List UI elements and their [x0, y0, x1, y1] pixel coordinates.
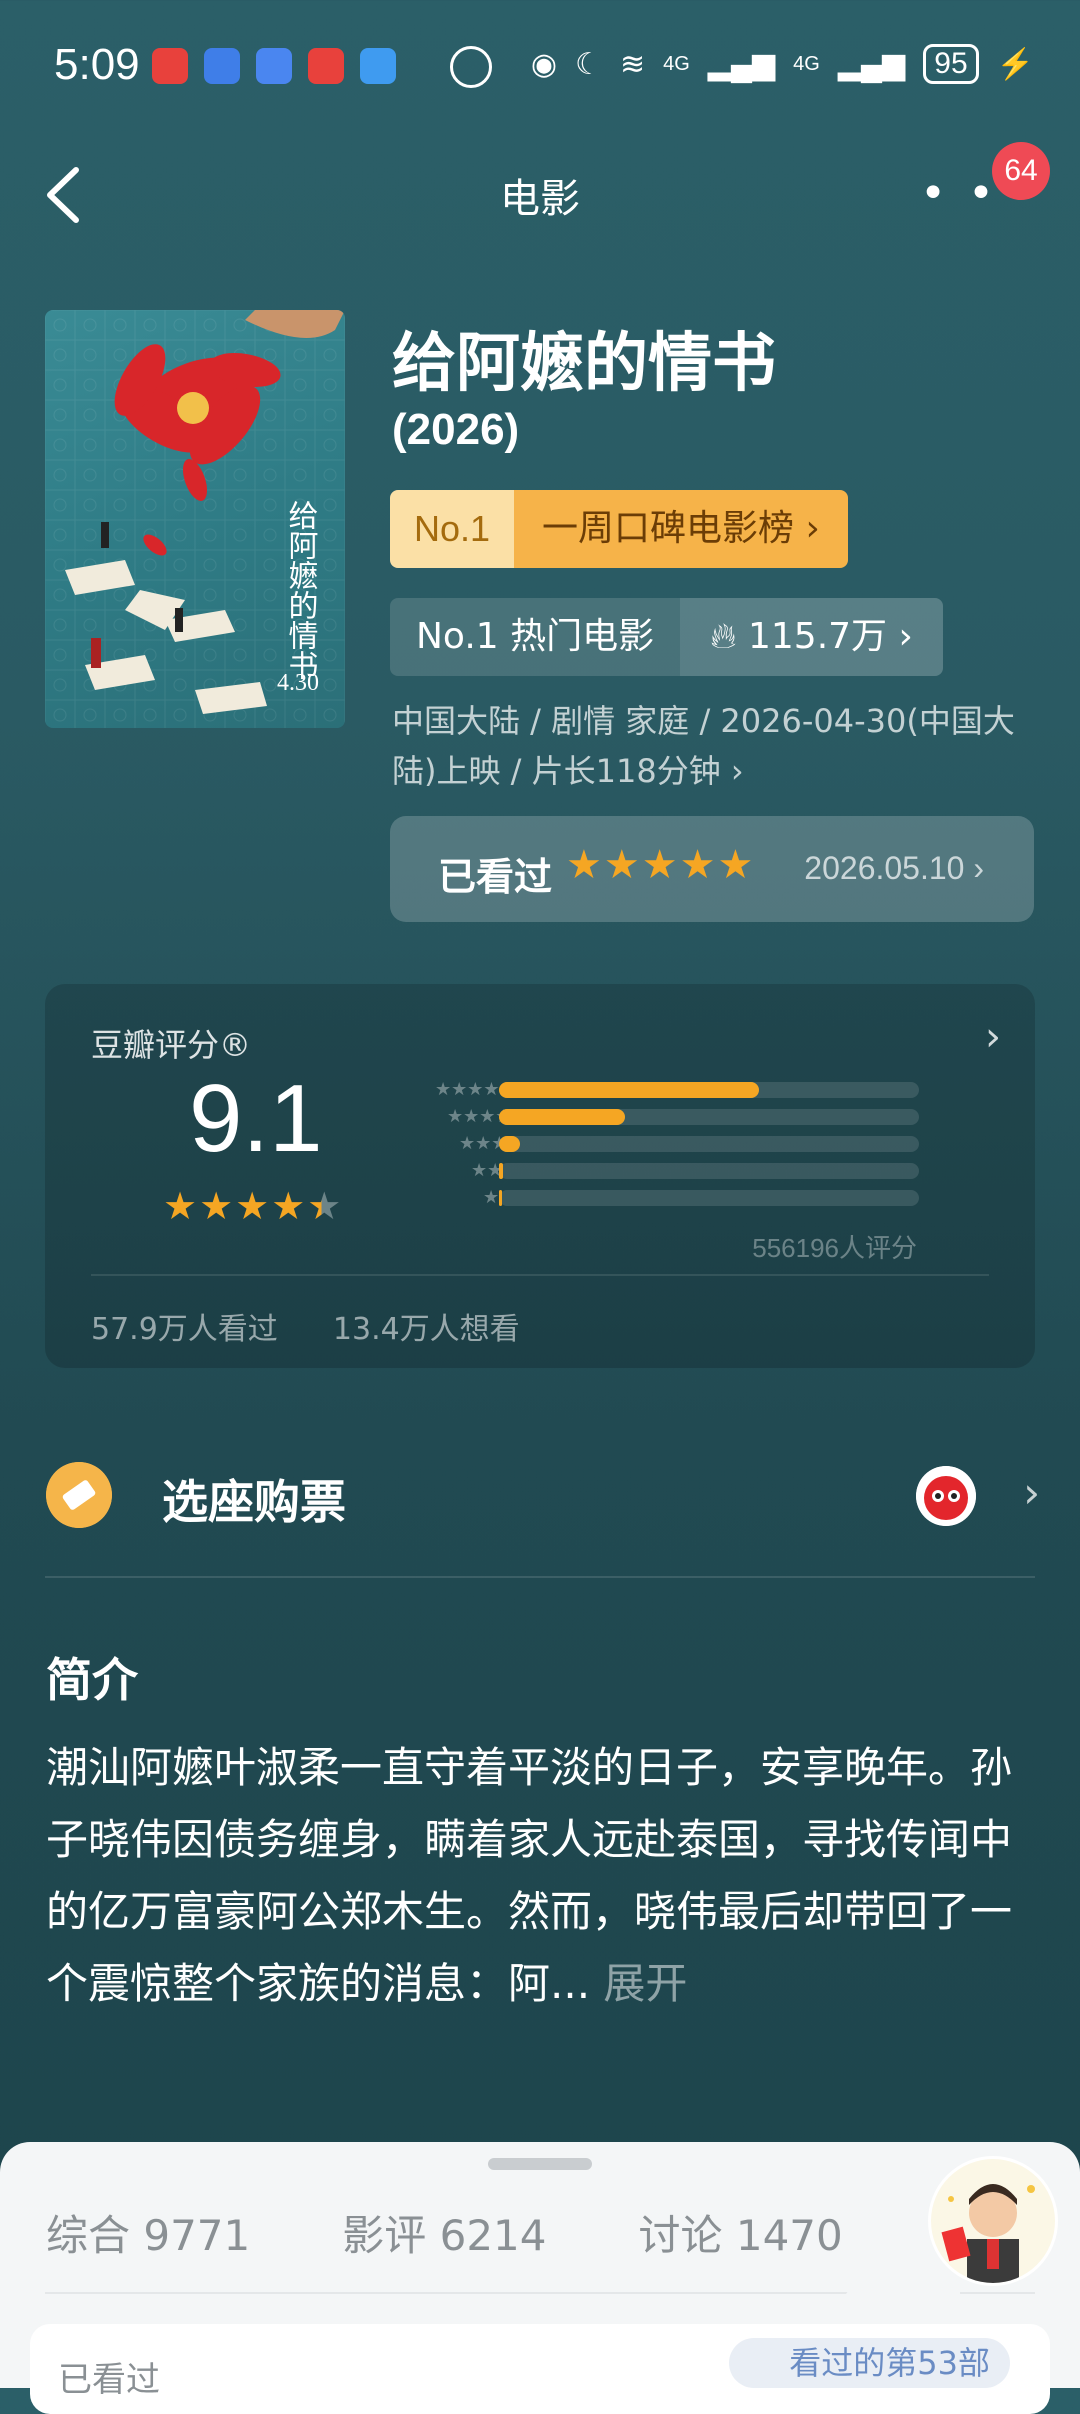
svg-text:4.30: 4.30 — [277, 670, 319, 696]
sync-icon — [450, 46, 492, 88]
hot-ranking-badge[interactable]: No.1 热门电影 🔥︎ 115.7万 › — [390, 598, 943, 676]
rating-bar-track — [499, 1190, 919, 1206]
rating-bar-fill — [499, 1190, 502, 1206]
poster-artwork: 给阿嬷的情书 4.30 — [45, 310, 345, 728]
rating-bar-row: ★★★★★ — [375, 1080, 935, 1100]
rating-bar-track — [499, 1082, 919, 1098]
rating-bar-fill — [499, 1082, 760, 1098]
more-options-icon[interactable]: • • — [920, 168, 998, 219]
rating-label: 豆瓣评分® — [91, 1026, 252, 1064]
signal-icon: ▂▄▆ — [837, 47, 906, 81]
expand-link[interactable]: 展开 — [603, 1959, 687, 2008]
rating-bar-fill — [499, 1109, 625, 1125]
chevron-right-icon[interactable]: › — [985, 1014, 1001, 1060]
watch-stats: 57.9万人看过 13.4万人想看 — [91, 1304, 520, 1348]
weekly-rank-number: No.1 — [390, 490, 515, 568]
movie-year: (2026) — [392, 405, 520, 454]
watched-date: 2026.05.10 › — [804, 850, 984, 886]
movie-meta[interactable]: 中国大陆 / 剧情 家庭 / 2026-04-30(中国大陆)上映 / 片长11… — [392, 696, 1042, 796]
rating-bar-row: ★ — [375, 1188, 935, 1208]
buy-tickets-label[interactable]: 选座购票 — [162, 1466, 346, 1532]
system-icons: ◉ ☾ ≋ 4G ▂▄▆ 4G ▂▄▆ 95 ⚡ — [531, 44, 1034, 84]
tab-reviews[interactable]: 影评 6214 — [342, 2202, 546, 2263]
signal-label: 4G — [663, 52, 690, 75]
rating-bar-fill — [499, 1136, 520, 1152]
tab-bar: 综合 9771 影评 6214 讨论 1470 — [46, 2202, 843, 2263]
clock-app-icon — [256, 48, 292, 84]
movie-poster[interactable]: 给阿嬷的情书 4.30 — [45, 310, 345, 728]
charging-icon: ⚡ — [996, 47, 1034, 81]
shield-app-icon — [204, 48, 240, 84]
signal-icon: ▂▄▆ — [707, 47, 776, 81]
rating-bar-row: ★★★★ — [375, 1107, 935, 1127]
wifi-icon: ≋ — [619, 47, 646, 81]
status-bar: 5:09 ◉ ☾ ≋ 4G ▂▄▆ 4G ▂▄▆ 95 ⚡ — [0, 0, 1080, 130]
drag-handle[interactable] — [488, 2158, 592, 2170]
intro-body: 潮汕阿嬷叶淑柔一直守着平淡的日子，安享晚年。孙子晓伟因债务缠身，瞒着家人远赴泰国… — [46, 1743, 1013, 2008]
rating-bar-row: ★★ — [375, 1161, 935, 1181]
page-title: 电影 — [500, 176, 580, 222]
rating-bar-fill — [499, 1163, 504, 1179]
message-app-icon — [360, 48, 396, 84]
weekly-rank-label: 一周口碑电影榜 › — [514, 490, 848, 568]
movie-title: 给阿嬷的情书 — [392, 327, 776, 401]
huawei-store-icon — [152, 48, 188, 84]
intro-heading: 简介 — [46, 1653, 138, 1707]
divider — [91, 1274, 989, 1276]
flame-icon: 🔥︎ — [710, 616, 748, 657]
divider — [45, 1576, 1035, 1578]
avatar-illustration — [931, 2159, 1055, 2283]
rating-stars-glyphs: ★★★★★ — [163, 1184, 344, 1228]
heat-value: 🔥︎ 115.7万 › — [680, 598, 943, 676]
rating-bar-row: ★★★ — [375, 1134, 935, 1154]
tab-overall[interactable]: 综合 9771 — [46, 2202, 250, 2263]
tab-discussions[interactable]: 讨论 1470 — [639, 2202, 843, 2263]
rating-card[interactable]: 豆瓣评分® › 9.1 ★★★★★ ★★★★★ ★★★★ ★★★ ★★ ★ 556196… — [45, 984, 1035, 1368]
rating-bar-track — [499, 1109, 919, 1125]
status-time: 5:09 — [54, 40, 140, 89]
watched-card-label: 已看过 — [58, 2360, 160, 2400]
rating-bar-track — [499, 1136, 919, 1152]
moon-icon: ☾ — [575, 47, 602, 81]
rating-stars: ★★★★★ — [163, 1184, 343, 1228]
want-count: 13.4万人想看 — [332, 1312, 520, 1347]
watched-count: 57.9万人看过 — [91, 1312, 278, 1347]
battery-indicator: 95 — [923, 44, 979, 84]
eye-icon: ◉ — [530, 47, 558, 81]
my-rating-stars: ★★★★★ — [566, 842, 756, 888]
raters-count: 556196人评分 — [752, 1233, 917, 1263]
cat-eye-icon — [916, 1466, 976, 1526]
huawei-store-icon — [308, 48, 344, 84]
heat-count: 115.7万 › — [748, 616, 913, 657]
rating-bar-stars: ★ — [483, 1187, 500, 1208]
ticket-icon — [46, 1462, 112, 1528]
avatar[interactable] — [928, 2156, 1058, 2286]
watched-label: 已看过 — [438, 855, 553, 899]
rating-bar-track — [499, 1163, 919, 1179]
intro-text: 潮汕阿嬷叶淑柔一直守着平淡的日子，安享晚年。孙子晓伟因债务缠身，瞒着家人远赴泰国… — [46, 1732, 1046, 2020]
svg-text:给阿嬷的情书: 给阿嬷的情书 — [283, 500, 319, 680]
hot-rank-label: No.1 热门电影 — [390, 598, 681, 676]
signal-label: 4G — [793, 52, 820, 75]
weekly-ranking-badge[interactable]: No.1 一周口碑电影榜 › — [390, 490, 848, 568]
rating-score: 9.1 — [189, 1065, 323, 1172]
watched-status-button[interactable]: 已看过 ★★★★★ 2026.05.10 › — [390, 816, 1034, 922]
watched-count-pill[interactable]: 看过的第53部 — [729, 2338, 1010, 2388]
chevron-right-icon[interactable]: › — [1023, 1468, 1040, 1517]
notification-badge[interactable]: 64 — [992, 142, 1050, 200]
